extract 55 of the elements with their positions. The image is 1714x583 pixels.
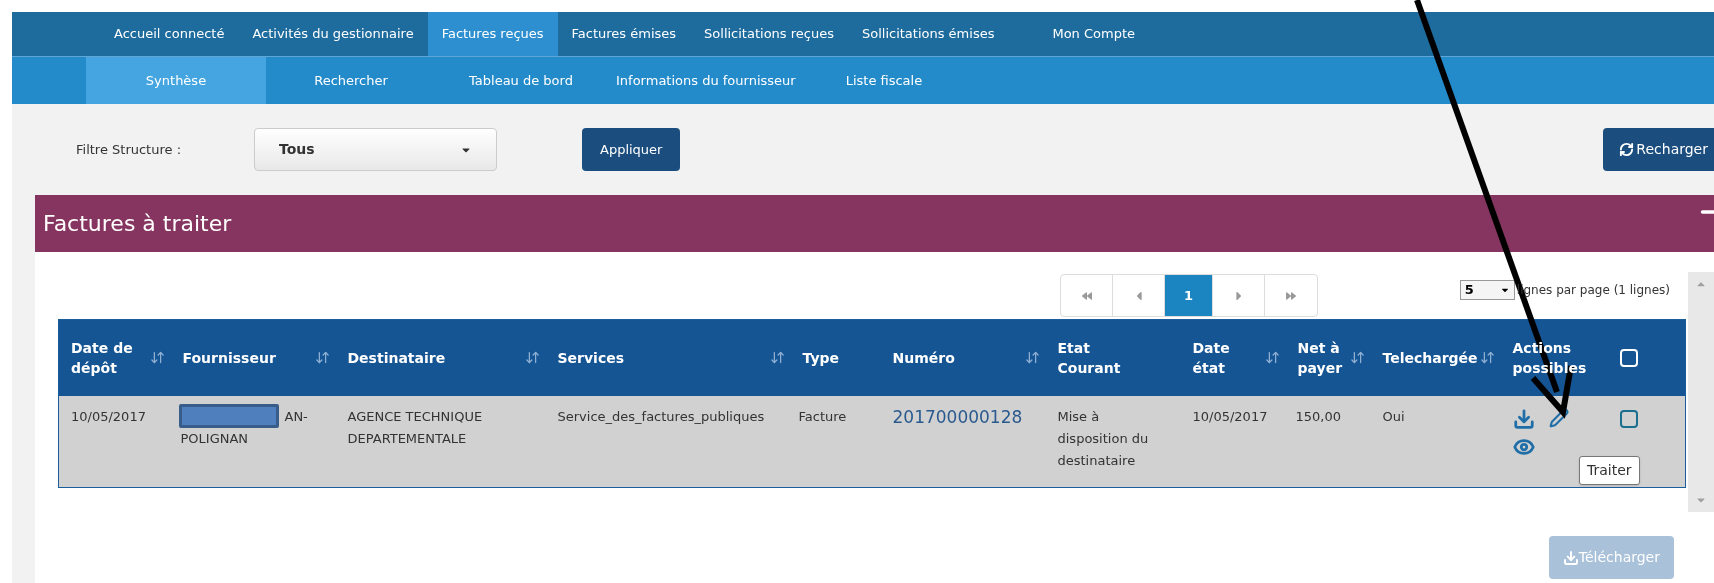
table-cell: AGENCE TECHNIQUE DEPARTEMENTALE bbox=[335, 395, 546, 488]
sub-nav-tab[interactable]: Informations du fournisseur bbox=[606, 57, 806, 104]
column-header[interactable]: Fournisseur bbox=[170, 319, 336, 396]
reload-button[interactable]: Recharger bbox=[1603, 128, 1714, 171]
sort-icon[interactable] bbox=[149, 350, 165, 366]
sort-icon[interactable] bbox=[524, 350, 540, 366]
page-button[interactable]: 1 bbox=[1165, 275, 1213, 316]
row-checkbox[interactable] bbox=[1619, 409, 1638, 428]
filter-label: Filtre Structure : bbox=[76, 140, 183, 159]
nav-tab[interactable]: Mon Compte bbox=[1038, 12, 1150, 56]
sort-icon[interactable] bbox=[1024, 350, 1040, 366]
column-header: Etat Courant bbox=[1045, 319, 1181, 396]
nav-tab[interactable]: Accueil connecté bbox=[100, 12, 239, 56]
sub-nav-tab[interactable]: Liste fiscale bbox=[805, 57, 943, 104]
sub-nav-tab[interactable]: Tableau de bord bbox=[436, 57, 606, 104]
nav-tab[interactable]: Factures reçues bbox=[427, 12, 558, 56]
sort-icon[interactable] bbox=[769, 350, 785, 366]
column-header[interactable]: Services bbox=[545, 319, 791, 396]
pencil-icon[interactable] bbox=[1548, 407, 1569, 428]
invoice-number-link[interactable]: 201700000128 bbox=[892, 406, 1023, 427]
sort-icon[interactable] bbox=[314, 350, 330, 366]
sort-icon[interactable] bbox=[1264, 350, 1280, 366]
table-cell: 10/05/2017 bbox=[1180, 395, 1286, 488]
column-header[interactable]: Telechargée bbox=[1370, 319, 1501, 396]
download-icon[interactable] bbox=[1512, 407, 1535, 430]
table-cell: Oui bbox=[1370, 395, 1501, 488]
column-header[interactable]: Date de dépôt bbox=[58, 319, 171, 396]
sort-icon[interactable] bbox=[1479, 350, 1495, 366]
rows-per-page-dropdown[interactable]: 5 bbox=[1459, 279, 1515, 300]
structure-dropdown[interactable]: Tous bbox=[254, 128, 497, 171]
apply-button[interactable]: Appliquer bbox=[582, 128, 681, 171]
table-cell: 150,00 bbox=[1285, 395, 1371, 488]
table-cell: 10/05/2017 bbox=[58, 395, 171, 488]
table-cell: Service_des_factures_publiques bbox=[545, 395, 791, 488]
last-page-icon bbox=[1286, 290, 1296, 301]
column-header[interactable]: Date état bbox=[1180, 319, 1286, 396]
column-header[interactable]: Net à payer bbox=[1285, 319, 1371, 396]
refresh-icon bbox=[1619, 142, 1635, 157]
table-cell: Mise à disposition du destinataire bbox=[1045, 395, 1181, 488]
nav-tab[interactable]: Factures émises bbox=[557, 12, 691, 56]
nav-tab[interactable]: Sollicitations reçues bbox=[690, 12, 848, 56]
first-page-icon bbox=[1081, 290, 1092, 301]
nav-tab[interactable]: Activités du gestionnaire bbox=[238, 12, 428, 56]
sort-icon[interactable] bbox=[1349, 350, 1365, 366]
download-icon bbox=[1562, 549, 1579, 566]
panel-title: Factures à traiter bbox=[43, 210, 232, 238]
table-cell-text: AN- POLIGNAN bbox=[180, 407, 309, 448]
nav-tab[interactable]: Sollicitations émises bbox=[847, 12, 1009, 56]
select-all-checkbox[interactable] bbox=[1619, 348, 1638, 367]
column-header[interactable]: Destinataire bbox=[335, 319, 546, 396]
column-header: Type bbox=[790, 319, 881, 396]
sub-nav-tab[interactable]: Rechercher bbox=[266, 57, 436, 104]
table-cell: Facture bbox=[790, 395, 881, 488]
tooltip: Traiter bbox=[1579, 456, 1640, 485]
column-header[interactable]: Numéro bbox=[880, 319, 1046, 396]
